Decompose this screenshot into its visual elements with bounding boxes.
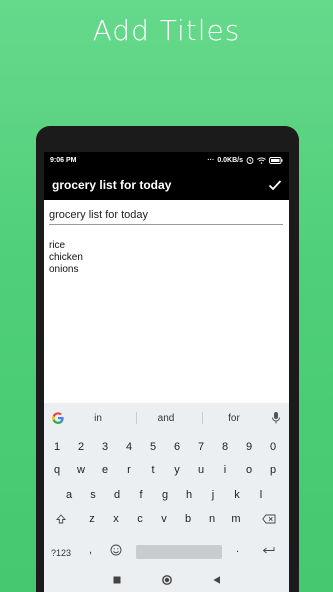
suggestion-word[interactable]: for [209,413,259,424]
battery-icon [269,156,283,164]
key[interactable]: y [166,458,188,482]
key[interactable]: m [225,507,247,531]
key[interactable]: e [94,458,116,482]
key[interactable]: w [70,458,92,482]
suggestion-word[interactable]: and [141,413,191,424]
key[interactable]: o [238,458,260,482]
suggestion-divider [202,412,203,424]
key[interactable]: q [46,458,68,482]
key[interactable]: s [82,483,104,507]
key[interactable]: 6 [166,435,188,459]
key[interactable]: p [262,458,284,482]
recents-icon[interactable] [111,574,123,586]
app-bar: grocery list for today [44,170,289,200]
suggestion-divider [136,412,137,424]
note-body-field[interactable]: rice chicken onions [49,240,283,276]
wifi-icon [257,157,266,164]
shift-icon[interactable] [56,514,66,524]
key[interactable]: n [201,507,223,531]
space-key[interactable] [136,545,222,559]
key[interactable]: r [118,458,140,482]
key[interactable]: u [190,458,212,482]
key[interactable]: x [105,507,127,531]
key[interactable]: t [142,458,164,482]
key[interactable]: b [177,507,199,531]
key[interactable]: 8 [214,435,236,459]
back-icon[interactable] [211,574,223,586]
navigation-bar [44,569,289,592]
suggestion-bar: in and for [44,403,289,433]
key[interactable]: 3 [94,435,116,459]
key[interactable]: c [129,507,151,531]
dots-icon: ··· [207,156,215,164]
suggestion-word[interactable]: in [73,413,123,424]
key[interactable]: a [58,483,80,507]
note-line: rice [49,240,66,251]
period-key[interactable]: . [236,543,239,555]
key[interactable]: i [214,458,236,482]
key[interactable]: k [226,483,248,507]
google-icon[interactable] [51,411,65,425]
note-line: chicken [49,252,83,263]
note-line: onions [49,264,79,275]
key[interactable]: 2 [70,435,92,459]
status-bar: 9:06 PM ··· 0.0KB/s [44,152,289,170]
key[interactable]: f [130,483,152,507]
zxcv-row: z x c v b n m [44,507,289,531]
enter-icon[interactable] [262,546,275,555]
phone-screen: 9:06 PM ··· 0.0KB/s grocery list for tod… [44,152,289,592]
key[interactable]: z [81,507,103,531]
status-time: 9:06 PM [50,157,77,164]
key[interactable]: 1 [46,435,68,459]
mic-icon[interactable] [271,411,281,425]
emoji-icon[interactable] [110,544,122,556]
key[interactable]: g [154,483,176,507]
key[interactable]: h [178,483,200,507]
note-title-field[interactable]: grocery list for today [49,209,283,225]
network-speed: 0.0KB/s [217,156,243,164]
key[interactable]: l [250,483,272,507]
promo-title: Add Titles [92,14,241,47]
app-bar-title: grocery list for today [52,178,172,192]
key[interactable]: 7 [190,435,212,459]
backspace-icon[interactable] [262,514,276,524]
key[interactable]: j [202,483,224,507]
keyboard: in and for 1 2 3 4 5 6 7 8 9 0 q w e r t… [44,403,289,569]
number-row: 1 2 3 4 5 6 7 8 9 0 [44,435,289,459]
alarm-icon [246,157,254,164]
check-icon[interactable] [267,177,283,193]
key[interactable]: 9 [238,435,260,459]
key[interactable]: 5 [142,435,164,459]
key[interactable]: 0 [262,435,284,459]
comma-key[interactable]: , [89,544,92,556]
key[interactable]: 4 [118,435,140,459]
key[interactable]: d [106,483,128,507]
symbols-key[interactable]: ?123 [51,548,71,558]
key[interactable]: v [153,507,175,531]
status-icons: ··· 0.0KB/s [207,156,283,164]
home-icon[interactable] [161,574,173,586]
asdf-row: a s d f g h j k l [44,483,289,507]
qwerty-row: q w e r t y u i o p [44,458,289,482]
